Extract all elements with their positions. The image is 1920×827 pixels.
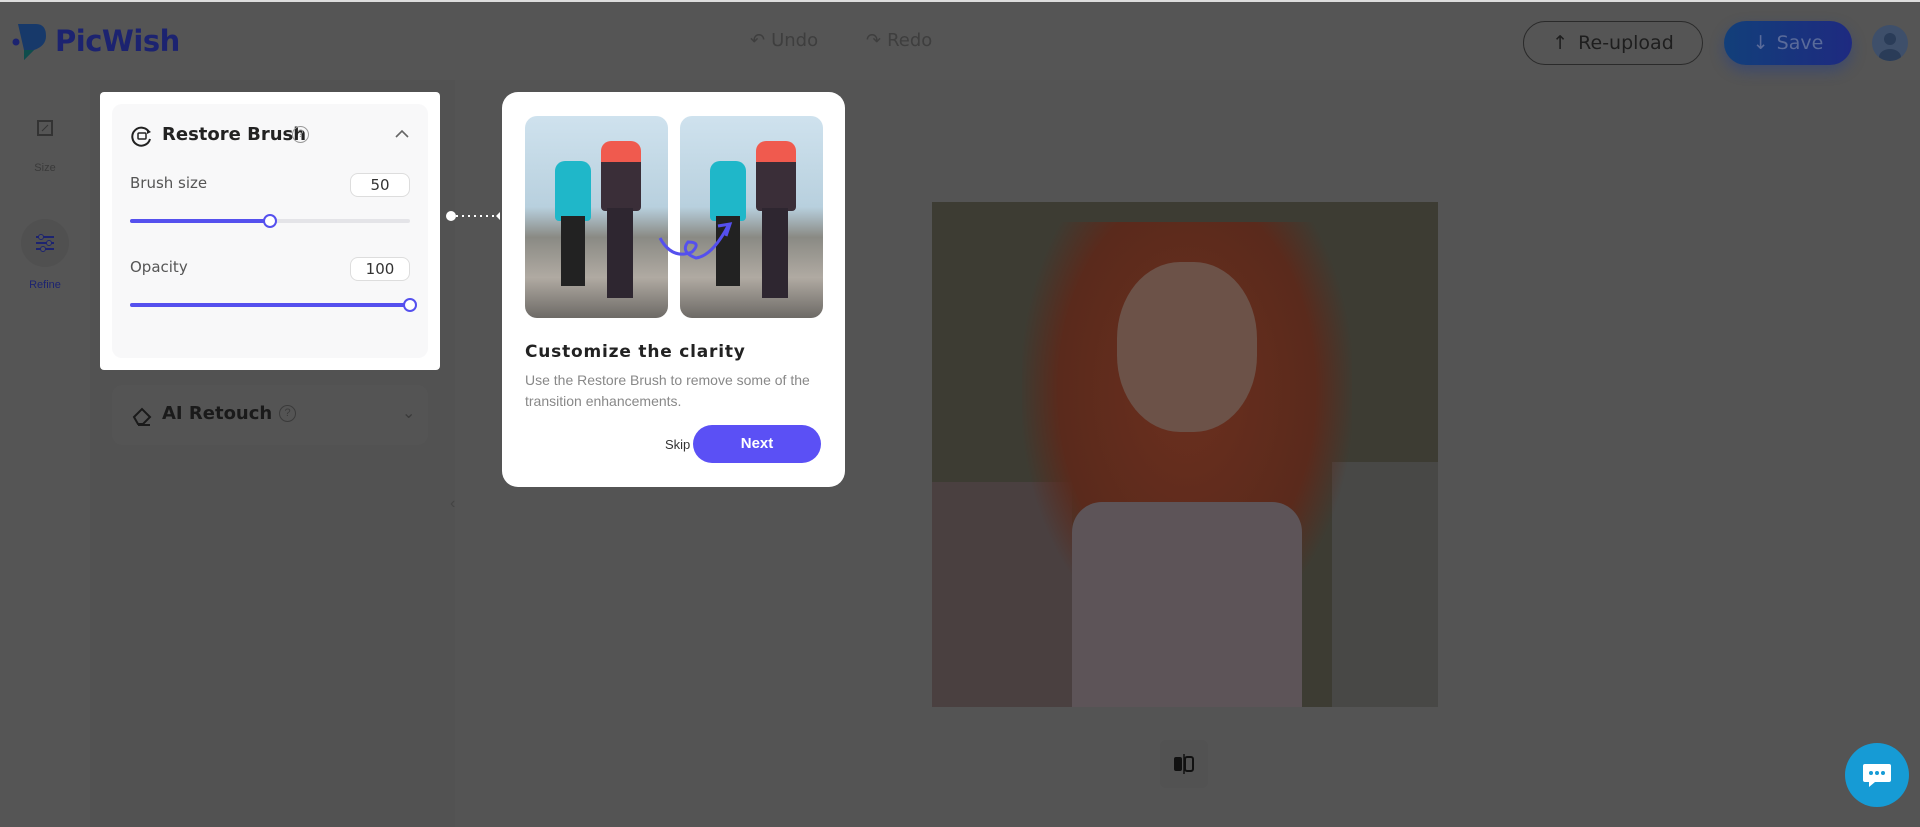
slider-thumb[interactable] bbox=[263, 214, 277, 228]
help-icon[interactable]: ? bbox=[292, 126, 309, 143]
top-bar: PicWish ↶ Undo ↷ Redo ↑ Re-upload ↓ Save bbox=[0, 0, 1920, 80]
brush-size-label: Brush size bbox=[130, 174, 208, 192]
ai-retouch-title: AI Retouch bbox=[162, 403, 273, 424]
tooltip-connector bbox=[446, 211, 500, 221]
tooltip-title: Customize the clarity bbox=[525, 342, 746, 362]
slider-fill bbox=[130, 219, 270, 223]
help-icon[interactable]: ? bbox=[279, 405, 296, 422]
opacity-slider[interactable] bbox=[130, 298, 417, 312]
chevron-down-icon[interactable]: ⌄ bbox=[402, 403, 415, 423]
brush-stroke-icon bbox=[658, 222, 733, 260]
slider-fill bbox=[130, 303, 410, 307]
reupload-button[interactable]: ↑ Re-upload bbox=[1523, 21, 1703, 65]
compare-button[interactable] bbox=[1160, 740, 1208, 788]
brush-size-input[interactable]: 50 bbox=[350, 173, 410, 197]
save-label: Save bbox=[1776, 32, 1824, 54]
crop-icon[interactable] bbox=[35, 118, 55, 138]
redo-icon: ↷ bbox=[866, 30, 882, 51]
restore-brush-highlight: Restore Brush ? Brush size 50 Opacity 10… bbox=[100, 92, 440, 370]
download-arrow-icon: ↓ bbox=[1752, 32, 1769, 54]
chat-support-button[interactable] bbox=[1845, 743, 1909, 807]
before-example-image bbox=[525, 116, 668, 318]
onboarding-tooltip: Customize the clarity Use the Restore Br… bbox=[502, 92, 845, 487]
tooltip-description: Use the Restore Brush to remove some of … bbox=[525, 372, 810, 409]
chat-bubble-icon bbox=[1863, 764, 1891, 787]
undo-icon: ↶ bbox=[750, 30, 766, 51]
restore-brush-icon bbox=[131, 126, 151, 147]
next-button[interactable]: Next bbox=[693, 425, 821, 463]
skip-button[interactable]: Skip bbox=[665, 437, 690, 452]
ai-retouch-section[interactable]: AI Retouch ? ⌄ bbox=[112, 385, 428, 445]
picwish-logo-icon bbox=[12, 24, 46, 60]
brush-size-slider[interactable] bbox=[130, 214, 410, 228]
eraser-sparkle-icon bbox=[132, 407, 152, 426]
reupload-label: Re-upload bbox=[1578, 32, 1674, 54]
sidebar-item-size[interactable]: Size bbox=[0, 162, 90, 174]
avatar[interactable] bbox=[1872, 25, 1908, 61]
opacity-label: Opacity bbox=[130, 258, 188, 276]
sidebar: Size Refine bbox=[0, 80, 90, 827]
undo-label: Undo bbox=[771, 30, 819, 51]
sidebar-item-refine[interactable] bbox=[21, 219, 69, 267]
slider-thumb[interactable] bbox=[403, 298, 417, 312]
chevron-up-icon[interactable] bbox=[394, 128, 410, 140]
save-button[interactable]: ↓ Save bbox=[1724, 21, 1852, 65]
restore-brush-section: Restore Brush ? Brush size 50 Opacity 10… bbox=[112, 104, 428, 358]
compare-icon bbox=[1174, 754, 1194, 774]
restore-brush-title: Restore Brush bbox=[162, 124, 307, 145]
sliders-icon bbox=[36, 234, 54, 252]
redo-button[interactable]: ↷ Redo bbox=[866, 30, 932, 51]
edited-photo[interactable] bbox=[932, 202, 1438, 707]
sidebar-label-refine: Refine bbox=[29, 279, 61, 291]
undo-button[interactable]: ↶ Undo bbox=[750, 30, 818, 51]
collapse-panel-icon[interactable]: ‹ bbox=[450, 495, 455, 513]
brand-name[interactable]: PicWish bbox=[55, 24, 180, 58]
user-icon bbox=[1879, 33, 1901, 61]
redo-label: Redo bbox=[887, 30, 933, 51]
opacity-input[interactable]: 100 bbox=[350, 257, 410, 281]
upload-arrow-icon: ↑ bbox=[1552, 32, 1569, 54]
